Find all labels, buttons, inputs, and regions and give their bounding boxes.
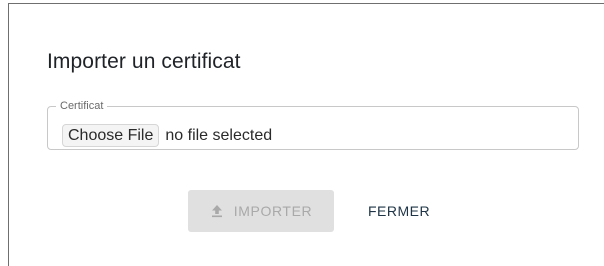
import-button[interactable]: IMPORTER: [188, 190, 334, 232]
dialog-title: Importer un certificat: [47, 50, 241, 73]
import-certificate-dialog: Importer un certificat Certificat Choose…: [8, 3, 604, 266]
choose-file-button[interactable]: Choose File: [62, 124, 160, 147]
import-button-label: IMPORTER: [233, 203, 313, 219]
dialog-actions: IMPORTER FERMER: [188, 190, 438, 232]
certificate-field-label: Certificat: [60, 100, 104, 112]
certificate-file-field: Certificat Choose File no file selected: [47, 100, 579, 150]
file-input-row: Choose File no file selected: [62, 124, 272, 147]
file-status-text: no file selected: [165, 126, 273, 144]
upload-icon: [210, 204, 224, 218]
close-button[interactable]: FERMER: [360, 190, 438, 232]
